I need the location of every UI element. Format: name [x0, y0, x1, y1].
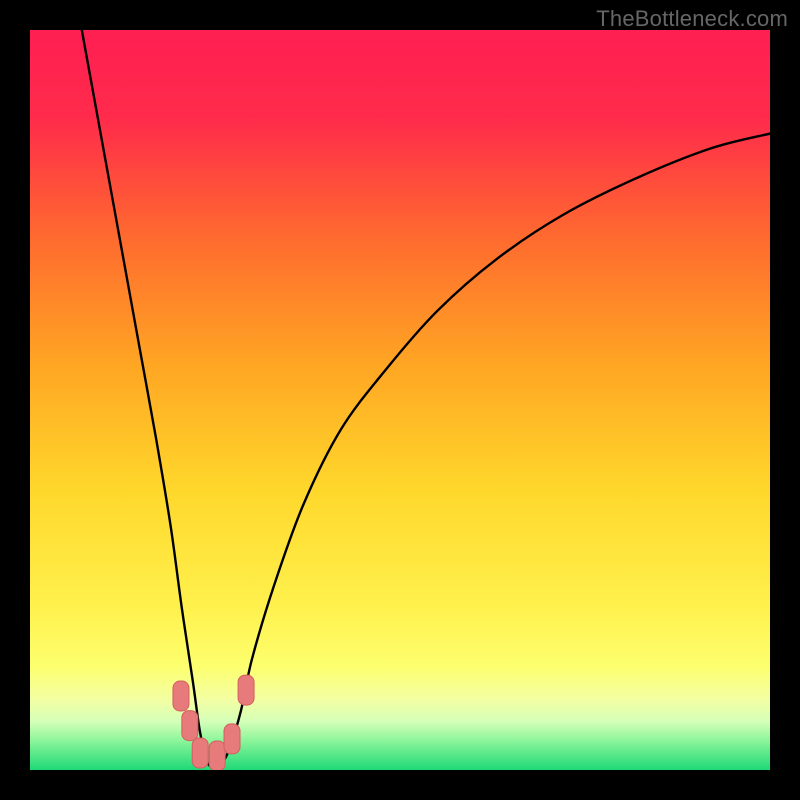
curve-layer — [30, 30, 770, 770]
marker — [238, 675, 254, 705]
watermark-text: TheBottleneck.com — [596, 6, 788, 32]
plot-area — [30, 30, 770, 770]
marker — [182, 711, 198, 741]
bottleneck-curve — [82, 30, 770, 767]
marker — [173, 681, 189, 711]
marker — [224, 724, 240, 754]
marker — [192, 738, 208, 768]
sweet-spot-markers — [173, 675, 254, 770]
marker — [209, 741, 225, 770]
